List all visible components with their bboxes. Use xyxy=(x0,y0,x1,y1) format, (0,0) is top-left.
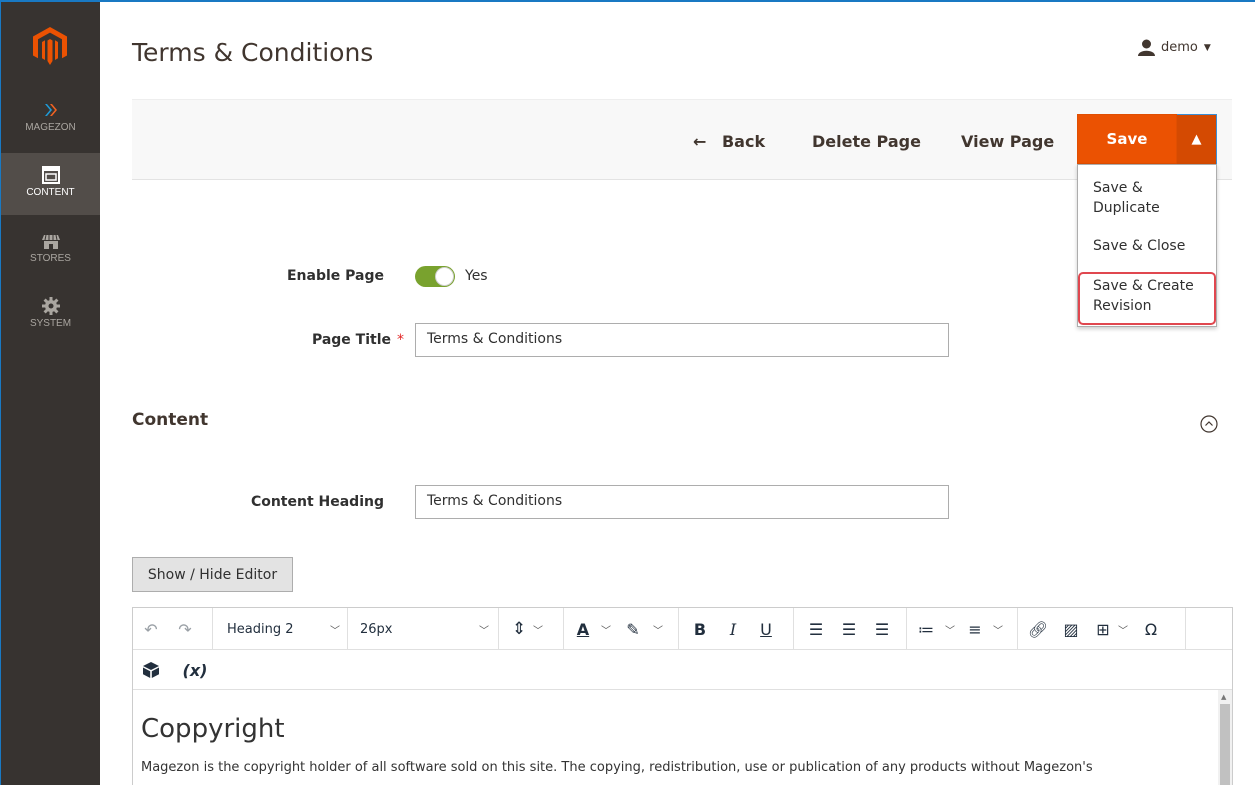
chevron-down-icon: ﹀ xyxy=(653,626,663,637)
align-left-icon[interactable]: ☰ xyxy=(804,608,828,650)
font-size-value: 26px xyxy=(360,621,393,637)
toolbar-separator xyxy=(1185,608,1186,650)
bullet-list-icon[interactable]: ≡ xyxy=(963,608,987,650)
block-format-value: Heading 2 xyxy=(227,621,294,637)
chevron-down-icon: ﹀ xyxy=(479,626,489,637)
save-dropdown-toggle[interactable]: ▲ xyxy=(1177,114,1217,164)
caret-down-icon: ▼ xyxy=(1203,42,1211,53)
sidebar-item-label: SYSTEM xyxy=(29,318,72,329)
editor-scrollbar[interactable]: ▲ xyxy=(1218,690,1232,785)
redo-icon[interactable]: ↷ xyxy=(173,608,197,650)
save-dropdown-menu: Save & Duplicate Save & Close Save & Cre… xyxy=(1077,164,1217,327)
user-icon xyxy=(1138,39,1155,56)
insert-variable-button[interactable]: (x) xyxy=(177,650,213,690)
back-button[interactable]: ← Back xyxy=(693,132,765,151)
toolbar-separator xyxy=(793,608,794,650)
enable-page-toggle[interactable] xyxy=(415,266,455,287)
sidebar-item-magezon[interactable]: MAGEZON xyxy=(1,90,100,152)
content-section-title[interactable]: Content xyxy=(132,410,208,430)
save-duplicate-option[interactable]: Save & Duplicate xyxy=(1093,178,1211,218)
sidebar-item-label: STORES xyxy=(30,253,71,264)
bold-icon[interactable]: B xyxy=(688,608,712,650)
block-format-select[interactable]: Heading 2 xyxy=(227,608,347,650)
chevron-down-icon: ﹀ xyxy=(330,626,340,637)
show-hide-editor-button[interactable]: Show / Hide Editor xyxy=(132,557,293,592)
editor-toolbar-secondary: (x) xyxy=(133,650,1232,690)
enable-page-value: Yes xyxy=(465,268,488,284)
chevron-down-icon: ﹀ xyxy=(601,626,611,637)
layout-icon xyxy=(41,166,60,184)
caret-up-icon: ▲ xyxy=(1191,132,1202,147)
sidebar-item-label: MAGEZON xyxy=(25,122,76,133)
image-icon[interactable]: ▨ xyxy=(1059,608,1083,650)
page-title: Terms & Conditions xyxy=(132,38,374,67)
underline-icon[interactable]: U xyxy=(754,608,778,650)
page-title-label: Page Title * xyxy=(251,332,404,348)
user-name: demo xyxy=(1161,40,1198,55)
required-mark: * xyxy=(397,332,404,348)
back-label: Back xyxy=(721,132,766,151)
sidebar-item-system[interactable]: SYSTEM xyxy=(1,284,100,346)
content-heading: Coppyright xyxy=(141,714,285,744)
align-right-icon[interactable]: ☰ xyxy=(870,608,894,650)
content-heading-label: Content Heading xyxy=(250,494,384,510)
toolbar-separator xyxy=(906,608,907,650)
admin-sidebar: MAGEZON CONTENT STORES SYSTEM xyxy=(1,2,100,785)
toolbar-separator xyxy=(1017,608,1018,650)
user-menu[interactable]: demo ▼ xyxy=(1138,39,1211,56)
toolbar-separator xyxy=(563,608,564,650)
editor-content[interactable]: Coppyright Magezon is the copyright hold… xyxy=(133,690,1218,785)
chevron-down-icon: ﹀ xyxy=(993,626,1003,637)
toolbar-separator xyxy=(678,608,679,650)
collapse-icon[interactable] xyxy=(1200,415,1218,433)
scrollbar-thumb[interactable] xyxy=(1220,704,1230,785)
font-size-select[interactable]: 26px xyxy=(360,608,490,650)
line-height-icon[interactable]: ⇕ xyxy=(507,608,531,650)
store-icon xyxy=(41,234,60,249)
sidebar-item-label: CONTENT xyxy=(26,187,75,198)
widget-icon[interactable] xyxy=(139,650,163,690)
sidebar-item-content[interactable]: CONTENT xyxy=(1,153,100,215)
save-split-button: Save ▲ xyxy=(1077,114,1217,164)
undo-icon[interactable]: ↶ xyxy=(139,608,163,650)
page-title-label-text: Page Title xyxy=(311,332,391,348)
special-character-icon[interactable]: Ω xyxy=(1139,608,1163,650)
wysiwyg-editor: ↶ ↷ Heading 2 ﹀ 26px ﹀ ⇕ ﹀ A ﹀ ✎ ﹀ B I U… xyxy=(132,607,1233,785)
delete-page-button[interactable]: Delete Page xyxy=(812,132,921,151)
save-close-option[interactable]: Save & Close xyxy=(1093,236,1211,256)
magento-logo-icon[interactable] xyxy=(33,27,67,65)
save-create-revision-option[interactable]: Save & Create Revision xyxy=(1093,276,1211,316)
chevron-down-icon: ﹀ xyxy=(1118,626,1128,637)
highlight-color-icon[interactable]: ✎ xyxy=(621,608,645,650)
content-paragraph: Magezon is the copyright holder of all s… xyxy=(141,760,1093,775)
table-icon[interactable]: ⊞ xyxy=(1091,608,1115,650)
page-title-input[interactable]: Terms & Conditions xyxy=(415,323,949,357)
chevron-down-icon: ﹀ xyxy=(533,626,543,637)
toggle-knob xyxy=(435,267,454,286)
align-center-icon[interactable]: ☰ xyxy=(837,608,861,650)
toolbar-separator xyxy=(498,608,499,650)
sidebar-item-stores[interactable]: STORES xyxy=(1,219,100,281)
save-button[interactable]: Save xyxy=(1077,114,1177,164)
content-heading-input[interactable]: Terms & Conditions xyxy=(415,485,949,519)
magezon-icon xyxy=(44,104,57,116)
italic-icon[interactable]: I xyxy=(721,608,745,650)
text-color-icon[interactable]: A xyxy=(571,608,595,650)
numbered-list-icon[interactable]: ≔ xyxy=(914,608,938,650)
scroll-up-icon[interactable]: ▲ xyxy=(1221,693,1226,701)
arrow-left-icon: ← xyxy=(693,132,707,151)
enable-page-label: Enable Page xyxy=(286,268,384,284)
toolbar-separator xyxy=(347,608,348,650)
editor-toolbar: ↶ ↷ Heading 2 ﹀ 26px ﹀ ⇕ ﹀ A ﹀ ✎ ﹀ B I U… xyxy=(133,608,1232,650)
link-icon[interactable]: 🔗︎ xyxy=(1026,608,1050,650)
page-actions-bar xyxy=(132,99,1232,180)
toolbar-separator xyxy=(212,608,213,650)
chevron-down-icon: ﹀ xyxy=(945,626,955,637)
view-page-button[interactable]: View Page xyxy=(961,132,1054,151)
gear-icon xyxy=(41,297,60,315)
